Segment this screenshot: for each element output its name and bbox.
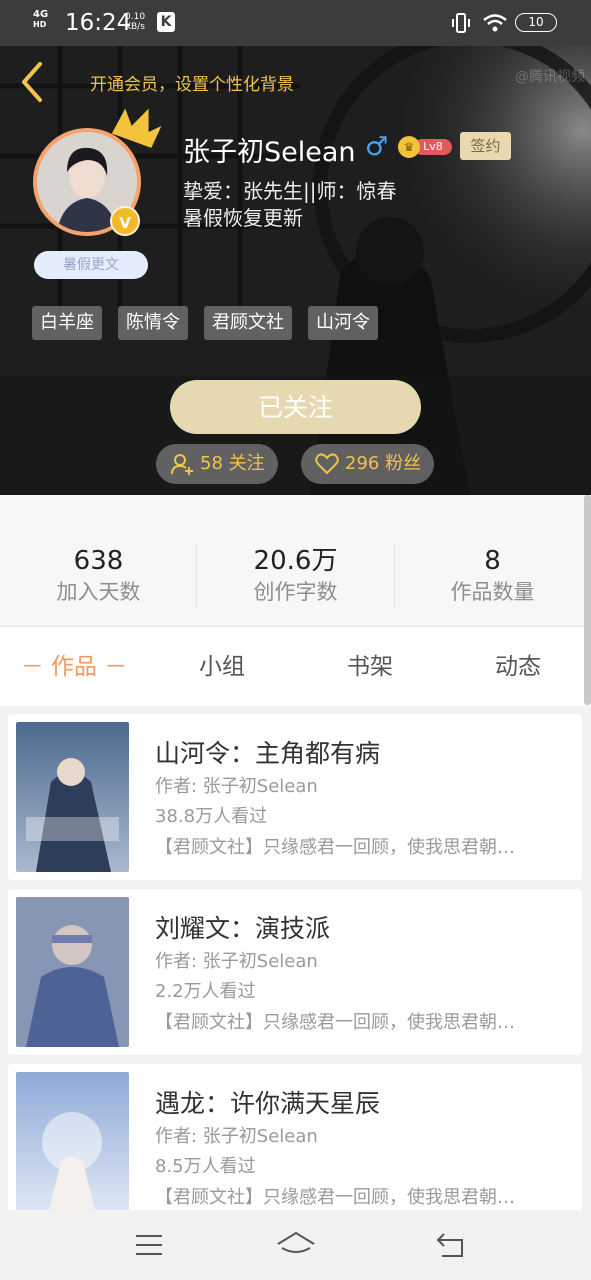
following-count-button[interactable]: 58 关注	[156, 444, 278, 484]
battery-icon: 10	[515, 13, 557, 32]
work-views: 8.5万人看过	[155, 1156, 256, 1177]
stat-days-joined: 638 加入天数	[0, 545, 197, 607]
verified-badge-icon: V	[110, 206, 140, 236]
profile-header: 开通会员，设置个性化背景 @腾讯视频 V 暑假更文 张子初Selean ♂ Lv…	[0, 46, 591, 495]
profile-tag[interactable]: 君顾文社	[204, 306, 292, 340]
work-description: 【君顾文社】只缘感君一回顾，使我思君朝…	[155, 1012, 515, 1033]
works-list: 山河令：主角都有病 作者: 张子初Selean 38.8万人看过 【君顾文社】只…	[0, 706, 591, 1210]
wifi-icon	[483, 14, 507, 32]
clock: 16:24	[65, 10, 132, 36]
vibrate-icon	[452, 13, 470, 33]
book-cover	[16, 897, 129, 1047]
level-crown-icon: ♛	[398, 136, 420, 158]
scrollbar[interactable]	[584, 495, 591, 705]
back-arrow-icon[interactable]	[16, 60, 46, 104]
system-nav-bar	[0, 1210, 591, 1280]
signed-author-tag: 签约	[460, 132, 511, 160]
tab-activity[interactable]: 动态	[444, 627, 591, 707]
profile-tag[interactable]: 陈情令	[118, 306, 188, 340]
back-icon[interactable]	[434, 1230, 468, 1260]
stat-value: 8	[484, 546, 501, 576]
work-card[interactable]: 山河令：主角都有病 作者: 张子初Selean 38.8万人看过 【君顾文社】只…	[8, 714, 582, 880]
stat-value: 638	[73, 546, 124, 576]
profile-tag[interactable]: 白羊座	[32, 306, 102, 340]
stats-row: 638 加入天数 20.6万 创作字数 8 作品数量	[0, 495, 591, 625]
fans-count-button[interactable]: 296 粉丝	[301, 444, 434, 484]
work-views: 2.2万人看过	[155, 981, 256, 1002]
work-card[interactable]: 刘耀文：演技派 作者: 张子初Selean 2.2万人看过 【君顾文社】只缘感君…	[8, 889, 582, 1055]
work-views: 38.8万人看过	[155, 806, 268, 827]
level-badge: Lv8 ♛	[398, 136, 454, 158]
profile-tag[interactable]: 山河令	[308, 306, 378, 340]
tab-groups[interactable]: 小组	[148, 627, 296, 707]
followed-button[interactable]: 已关注	[170, 380, 421, 434]
work-description: 【君顾文社】只缘感君一回顾，使我思君朝…	[155, 1187, 515, 1208]
stat-words-written: 20.6万 创作字数	[197, 545, 394, 607]
work-title: 刘耀文：演技派	[155, 914, 331, 943]
crown-icon	[112, 108, 162, 148]
work-author: 作者: 张子初Selean	[155, 1126, 318, 1147]
vip-background-hint[interactable]: 开通会员，设置个性化背景	[90, 70, 294, 95]
book-cover	[16, 722, 129, 872]
work-title: 遇龙：许你满天星辰	[155, 1089, 381, 1118]
heart-icon	[315, 453, 339, 475]
work-author: 作者: 张子初Selean	[155, 951, 318, 972]
work-title: 山河令：主角都有病	[155, 739, 381, 768]
stat-label: 作品数量	[450, 580, 535, 604]
app-notification-icon: K	[157, 12, 175, 32]
username: 张子初Selean	[183, 137, 356, 168]
tab-bookshelf[interactable]: 书架	[296, 627, 444, 707]
male-gender-icon: ♂	[365, 132, 389, 162]
profile-bio: 挚爱：张先生||师：惊春 暑假恢复更新	[183, 179, 397, 230]
work-description: 【君顾文社】只缘感君一回顾，使我思君朝…	[155, 837, 515, 858]
tab-works[interactable]: － 作品 －	[0, 627, 148, 707]
work-card[interactable]: 遇龙：许你满天星辰 作者: 张子初Selean 8.5万人看过 【君顾文社】只缘…	[8, 1064, 582, 1210]
tab-bar: － 作品 － 小组 书架 动态	[0, 626, 591, 706]
summer-update-badge: 暑假更文	[34, 251, 148, 279]
watermark-text: @腾讯视频	[515, 69, 585, 85]
network-speed: 0.10 KB/s	[125, 12, 146, 32]
menu-icon[interactable]	[134, 1230, 164, 1260]
work-author: 作者: 张子初Selean	[155, 776, 318, 797]
stat-value: 20.6万	[253, 546, 338, 576]
home-icon[interactable]	[276, 1230, 316, 1260]
stat-label: 加入天数	[56, 580, 141, 604]
add-user-icon	[171, 454, 193, 475]
status-bar: 4G HD 16:24 0.10 KB/s K 10	[0, 0, 591, 46]
profile-tags: 白羊座 陈情令 君顾文社 山河令	[32, 306, 378, 340]
network-indicator: 4G HD	[33, 9, 49, 30]
book-cover	[16, 1072, 129, 1210]
stat-label: 创作字数	[253, 580, 338, 604]
stat-works-count: 8 作品数量	[394, 545, 591, 607]
